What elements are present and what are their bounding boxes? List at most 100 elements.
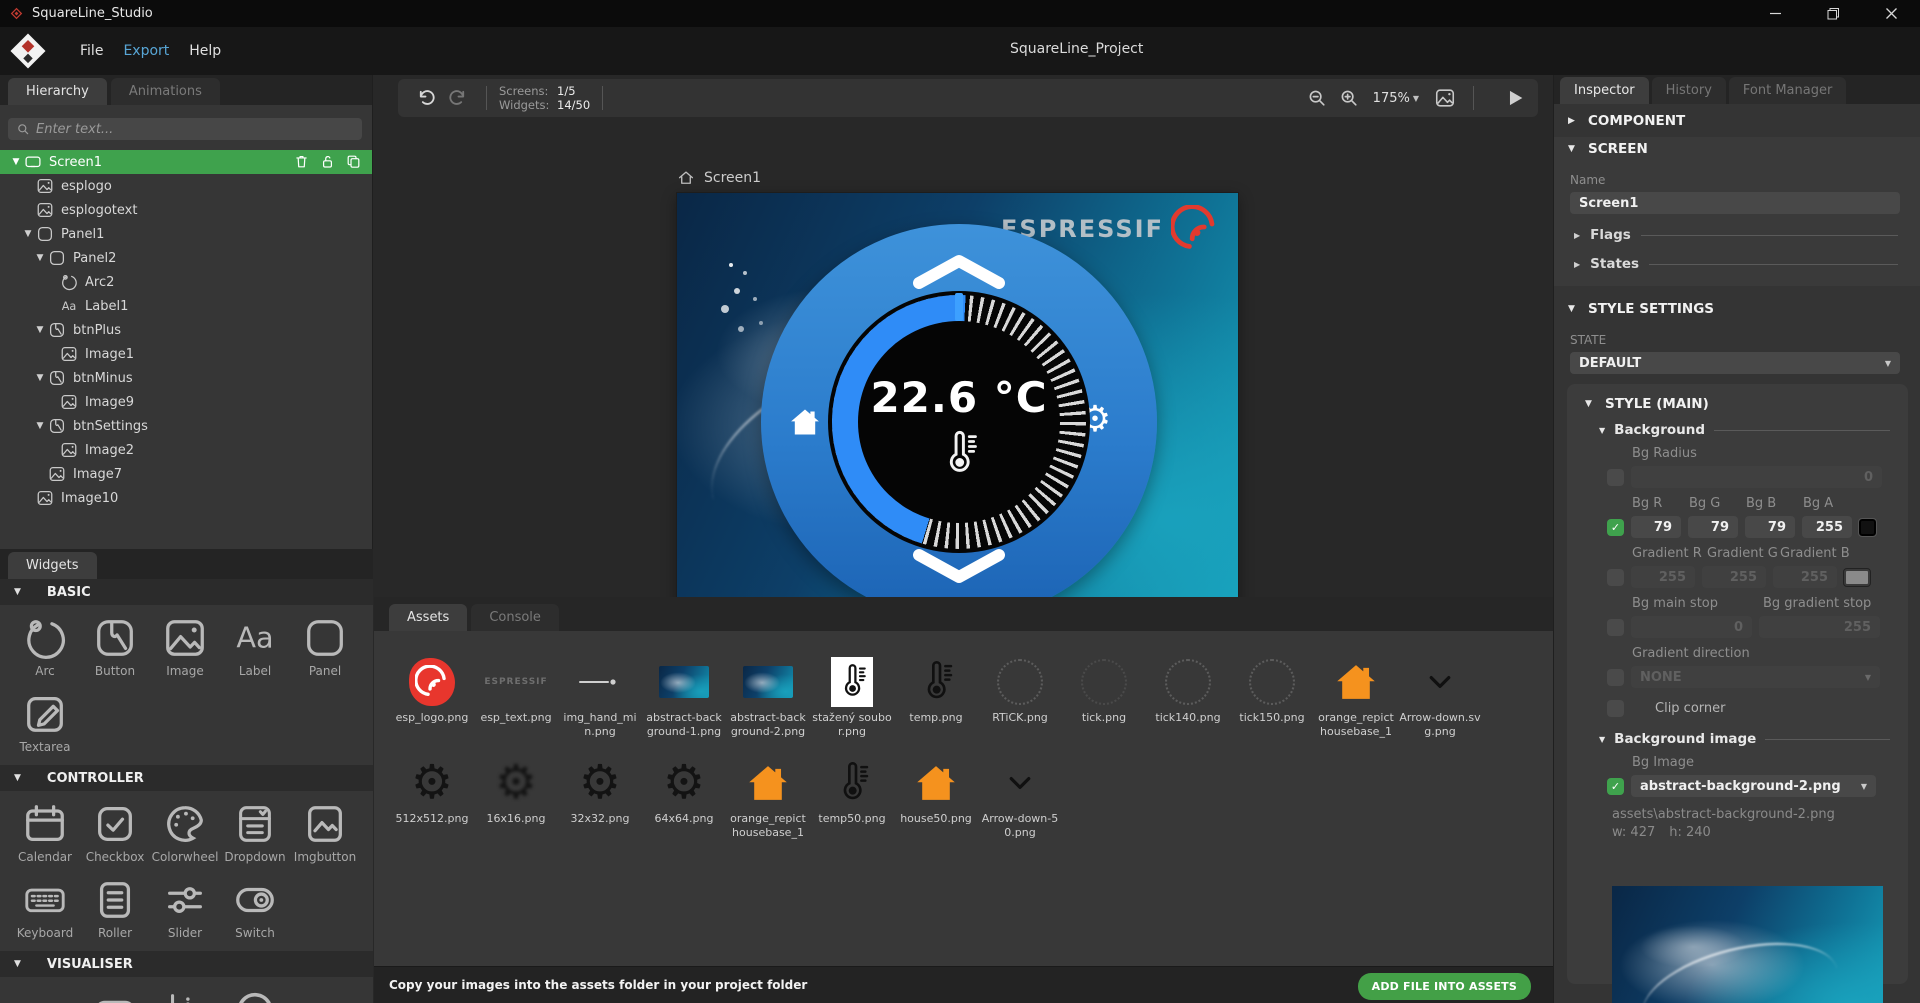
- bg-r-input[interactable]: 79: [1631, 516, 1681, 538]
- hierarchy-search-input[interactable]: Enter text...: [8, 118, 362, 140]
- style-main-header[interactable]: ▼ STYLE (MAIN): [1581, 394, 1894, 412]
- asset-64x64[interactable]: ⚙ 64x64.png: [642, 754, 726, 841]
- asset-stazeny-soubor[interactable]: stažený soubor.png: [810, 653, 894, 740]
- widget-button[interactable]: Button: [80, 611, 150, 687]
- widget-roller[interactable]: Roller: [80, 873, 150, 949]
- asset-orange-house-2[interactable]: orange_repict housebase_1: [726, 754, 810, 841]
- tab-animations[interactable]: Animations: [111, 78, 220, 105]
- expand-arrow-icon[interactable]: ▼: [32, 325, 48, 335]
- zoom-in-icon[interactable]: [1338, 87, 1360, 109]
- tree-item-esplogotext[interactable]: esplogotext: [0, 198, 372, 222]
- asset-arrow-down-50[interactable]: Arrow-down-50.png: [978, 754, 1062, 841]
- tab-assets[interactable]: Assets: [389, 604, 467, 631]
- bg-image-checkbox[interactable]: ✓: [1607, 778, 1624, 795]
- states-section[interactable]: ▶ States: [1574, 256, 1920, 272]
- tab-hierarchy[interactable]: Hierarchy: [8, 78, 107, 105]
- fit-image-icon[interactable]: [1434, 87, 1456, 109]
- tree-item-panel2[interactable]: ▼ Panel2: [0, 246, 372, 270]
- background-group-header[interactable]: ▼ Background: [1599, 422, 1894, 438]
- section-controller[interactable]: ▼ CONTROLLER: [0, 765, 373, 791]
- asset-rtick[interactable]: RTiCK.png: [978, 653, 1062, 740]
- asset-arrow-down-svg[interactable]: Arrow-down.svg.png: [1398, 653, 1482, 740]
- close-button[interactable]: [1862, 0, 1920, 27]
- undo-icon[interactable]: [415, 87, 437, 109]
- tree-item-image2[interactable]: Image2: [0, 438, 372, 462]
- widget-panel[interactable]: Panel: [290, 611, 360, 687]
- asset-esp-logo[interactable]: esp_logo.png: [390, 653, 474, 740]
- bg-a-input[interactable]: 255: [1802, 516, 1852, 538]
- add-file-into-assets-button[interactable]: ADD FILE INTO ASSETS: [1358, 973, 1531, 1000]
- bg-color-checkbox[interactable]: ✓: [1607, 519, 1624, 536]
- section-visualiser[interactable]: ▼ VISUALISER: [0, 951, 373, 977]
- tab-widgets[interactable]: Widgets: [8, 552, 97, 579]
- section-basic[interactable]: ▼ BASIC: [0, 579, 373, 605]
- copy-icon[interactable]: [345, 153, 362, 170]
- menu-file[interactable]: File: [70, 37, 113, 65]
- zoom-caret-icon[interactable]: ▼: [1413, 94, 1419, 103]
- widget-dropdown[interactable]: Dropdown: [220, 797, 290, 873]
- tab-font-manager[interactable]: Font Manager: [1729, 77, 1846, 104]
- tree-item-btnsettings[interactable]: ▼ btnSettings: [0, 414, 372, 438]
- asset-abstract-bg-1[interactable]: abstract-background-1.png: [642, 653, 726, 740]
- widget-textarea[interactable]: Textarea: [10, 687, 80, 763]
- play-button[interactable]: [1504, 87, 1526, 109]
- increase-arrow-icon[interactable]: [906, 253, 1012, 293]
- tree-item-btnplus[interactable]: ▼ btnPlus: [0, 318, 372, 342]
- bg-radius-input[interactable]: 0: [1631, 466, 1882, 488]
- bg-g-input[interactable]: 79: [1688, 516, 1738, 538]
- widget-bar[interactable]: [80, 983, 150, 1003]
- asset-tick150[interactable]: tick150.png: [1230, 653, 1314, 740]
- bg-radius-checkbox[interactable]: [1607, 469, 1624, 486]
- widget-image[interactable]: Image: [150, 611, 220, 687]
- canvas-screen-label[interactable]: Screen1: [677, 169, 761, 187]
- tree-item-label1[interactable]: Label1: [0, 294, 372, 318]
- tree-item-image1[interactable]: Image1: [0, 342, 372, 366]
- clip-corner-checkbox[interactable]: [1607, 700, 1624, 717]
- asset-temp50[interactable]: temp50.png: [810, 754, 894, 841]
- widget-imgbutton[interactable]: Imgbutton: [290, 797, 360, 873]
- expand-arrow-icon[interactable]: ▼: [32, 253, 48, 263]
- expand-arrow-icon[interactable]: ▼: [32, 421, 48, 431]
- tree-item-btnminus[interactable]: ▼ btnMinus: [0, 366, 372, 390]
- tree-item-image10[interactable]: Image10: [0, 486, 372, 510]
- tab-history[interactable]: History: [1652, 77, 1726, 104]
- gradient-g-input[interactable]: 255: [1702, 566, 1766, 588]
- widget-colorwheel[interactable]: Colorwheel: [150, 797, 220, 873]
- widget-arc[interactable]: Arc: [10, 611, 80, 687]
- bg-image-dropdown[interactable]: abstract-background-2.png ▼: [1631, 775, 1876, 797]
- menu-export[interactable]: Export: [113, 37, 179, 65]
- zoom-level-dropdown[interactable]: 175%: [1373, 91, 1410, 106]
- tree-item-image9[interactable]: Image9: [0, 390, 372, 414]
- bg-color-swatch[interactable]: [1859, 519, 1876, 536]
- tree-item-arc2[interactable]: Arc2: [0, 270, 372, 294]
- gradient-color-checkbox[interactable]: [1607, 569, 1624, 586]
- state-dropdown[interactable]: DEFAULT ▼: [1570, 352, 1900, 374]
- flags-section[interactable]: ▶ Flags: [1574, 227, 1920, 243]
- asset-orange-house[interactable]: orange_repict housebase_1: [1314, 653, 1398, 740]
- maximize-button[interactable]: [1804, 0, 1862, 27]
- tree-item-esplogo[interactable]: esplogo: [0, 174, 372, 198]
- asset-tick[interactable]: tick.png: [1062, 653, 1146, 740]
- asset-house50[interactable]: house50.png: [894, 754, 978, 841]
- bg-b-input[interactable]: 79: [1745, 516, 1795, 538]
- widget-chart[interactable]: [150, 983, 220, 1003]
- widget-keyboard[interactable]: Keyboard: [10, 873, 80, 949]
- gradient-b-input[interactable]: 255: [1773, 566, 1837, 588]
- gradient-direction-checkbox[interactable]: [1607, 669, 1624, 686]
- tab-console[interactable]: Console: [471, 604, 559, 631]
- delete-icon[interactable]: [293, 153, 310, 170]
- screen-section-header[interactable]: ▼ SCREEN: [1554, 137, 1920, 165]
- gradient-r-input[interactable]: 255: [1631, 566, 1695, 588]
- screen-name-input[interactable]: Screen1: [1570, 192, 1900, 214]
- menu-help[interactable]: Help: [179, 37, 231, 65]
- tree-item-image7[interactable]: Image7: [0, 462, 372, 486]
- redo-icon[interactable]: [447, 87, 469, 109]
- tree-item-screen1[interactable]: ▼ Screen1: [0, 150, 372, 174]
- lock-icon[interactable]: [319, 153, 336, 170]
- bg-main-stop-input[interactable]: 0: [1631, 616, 1752, 638]
- component-section-header[interactable]: ▶ COMPONENT: [1554, 104, 1920, 137]
- asset-abstract-bg-2[interactable]: abstract-background-2.png: [726, 653, 810, 740]
- expand-arrow-icon[interactable]: ▼: [32, 373, 48, 383]
- widget-switch[interactable]: Switch: [220, 873, 290, 949]
- widget-slider[interactable]: Slider: [150, 873, 220, 949]
